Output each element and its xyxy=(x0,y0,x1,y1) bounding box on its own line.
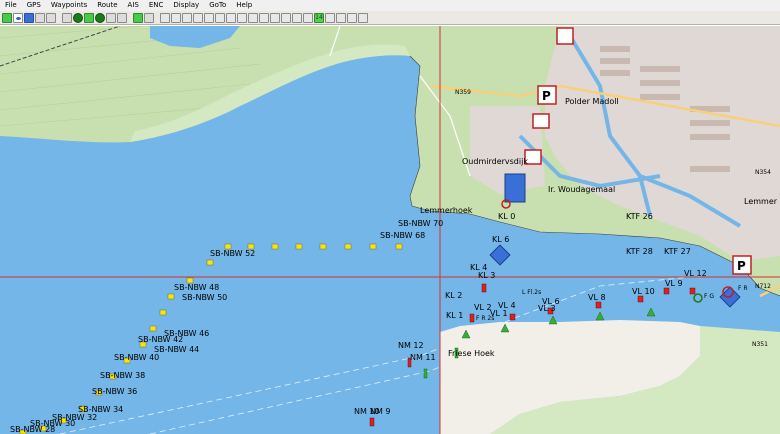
chart-svg[interactable]: P P Polder Madoll Oudmirdervsdijk Ir. Wo… xyxy=(0,26,780,434)
menu-route[interactable]: Route xyxy=(92,0,122,11)
zoom-level-button[interactable] xyxy=(303,12,313,23)
place-oudmirdum: Oudmirdervsdijk xyxy=(462,157,528,166)
buoy-label: SB-NBW 40 xyxy=(114,353,159,362)
buoy-label: SB-NBW 68 xyxy=(380,231,425,240)
zoom-level-button[interactable] xyxy=(248,12,258,23)
road-n354: N354 xyxy=(755,169,771,176)
menu-bar: File GPS Waypoints Route AIS ENC Display GoTo He… xyxy=(0,0,780,11)
buoy-label: VL 10 xyxy=(632,287,655,296)
buoy-label: SB-NBW 42 xyxy=(138,335,183,344)
zoom-level-button[interactable] xyxy=(160,12,170,23)
menu-help[interactable]: Help xyxy=(231,0,257,11)
zoom-level-button[interactable] xyxy=(281,12,291,23)
menu-enc[interactable]: ENC xyxy=(144,0,169,11)
buoy-label: L Fl.2s xyxy=(522,289,541,296)
place-friese-hoek: Friese Hoek xyxy=(448,349,495,358)
zoom-level-button[interactable] xyxy=(204,12,214,23)
buoy-label: SB-NBW 38 xyxy=(100,371,145,380)
buoy-label: VL 8 xyxy=(588,293,606,302)
zoom-level-button[interactable] xyxy=(193,12,203,23)
zoom-level-button[interactable] xyxy=(182,12,192,23)
zoom-level-button[interactable] xyxy=(270,12,280,23)
menu-waypoints[interactable]: Waypoints xyxy=(46,0,92,11)
svg-text:P: P xyxy=(737,259,746,273)
zoom-level-button[interactable] xyxy=(259,12,269,23)
menu-gps[interactable]: GPS xyxy=(22,0,46,11)
buoy-label: Lemmerhoek xyxy=(420,206,473,215)
zoom-level-button[interactable] xyxy=(292,12,302,23)
zoom-level-button[interactable] xyxy=(171,12,181,23)
display-icon[interactable] xyxy=(133,12,143,23)
ais-icon[interactable] xyxy=(73,12,83,23)
chart-icon[interactable] xyxy=(62,12,72,23)
separator xyxy=(128,13,132,23)
place-lemmer: Lemmer xyxy=(744,197,778,206)
buoy-label: KL 2 xyxy=(445,291,462,300)
buoy-label: KL 3 xyxy=(478,271,495,280)
buoy-label: KL 1 xyxy=(446,311,463,320)
buoy-label: VL 9 xyxy=(665,279,683,288)
buoy-label: NM 9 xyxy=(370,407,391,416)
buoy-label: SB-NBW 48 xyxy=(174,283,219,292)
buoy-label: SB-NBW 36 xyxy=(92,387,137,396)
place-polder: Polder Madoll xyxy=(565,97,619,106)
enc-icon[interactable] xyxy=(106,12,116,23)
buoy-label: F G xyxy=(704,293,714,300)
buoy-label: KL 0 xyxy=(498,212,515,221)
separator xyxy=(155,13,159,23)
buoy-label: VL 4 xyxy=(498,301,516,310)
zoom-level-button[interactable] xyxy=(215,12,225,23)
zoom-level-button[interactable] xyxy=(237,12,247,23)
buoy-label: KTF 28 xyxy=(626,247,653,256)
menu-goto[interactable]: GoTo xyxy=(204,0,231,11)
buoy-label: VL 12 xyxy=(684,269,707,278)
menu-file[interactable]: File xyxy=(0,0,22,11)
route-icon[interactable] xyxy=(24,12,34,23)
buoy-label: NM 11 xyxy=(410,353,436,362)
buoy-label: SB-NBW 44 xyxy=(154,345,199,354)
zoom-level-button[interactable] xyxy=(347,12,357,23)
toolbar: 14 xyxy=(0,11,780,25)
road-n351: N351 xyxy=(752,341,768,348)
pan-icon[interactable] xyxy=(35,12,45,23)
buoy-label: F R 2s xyxy=(476,315,494,322)
svg-text:P: P xyxy=(542,89,551,103)
gps-icon[interactable] xyxy=(84,12,94,23)
menu-display[interactable]: Display xyxy=(168,0,204,11)
buoy-label: F R xyxy=(738,285,748,292)
buoy-label: KL 6 xyxy=(492,235,509,244)
zoom-in-icon[interactable] xyxy=(117,12,127,23)
separator xyxy=(57,13,61,23)
road-n359: N359 xyxy=(455,89,471,96)
buoy-label: NM 12 xyxy=(398,341,424,350)
buoy-label: KTF 27 xyxy=(664,247,691,256)
buoy-label: SB-NBW 28 xyxy=(10,425,55,434)
buoy-label: SB-NBW 50 xyxy=(182,293,227,302)
buoy-label: VL 6 xyxy=(542,297,560,306)
buoy-label: KTF 26 xyxy=(626,212,653,221)
menu-ais[interactable]: AIS xyxy=(123,0,144,11)
place-woudagemaal: Ir. Woudagemaal xyxy=(548,185,615,194)
road-n712: N712 xyxy=(755,283,771,290)
chart-canvas[interactable]: P P Polder Madoll Oudmirdervsdijk Ir. Wo… xyxy=(0,26,780,434)
select-icon[interactable] xyxy=(2,12,12,23)
zoom-level-button[interactable] xyxy=(325,12,335,23)
track-icon[interactable] xyxy=(95,12,105,23)
view-icon[interactable] xyxy=(13,12,23,23)
zoom-level-button[interactable] xyxy=(226,12,236,23)
buoy-label: SB-NBW 70 xyxy=(398,219,443,228)
zoom-level-button[interactable]: 14 xyxy=(314,12,324,23)
zoom-level-button[interactable] xyxy=(336,12,346,23)
buoy-label: VL 2 xyxy=(474,303,492,312)
zoom-level-button[interactable] xyxy=(358,12,368,23)
waypoint-icon[interactable] xyxy=(46,12,56,23)
layers-icon[interactable] xyxy=(144,12,154,23)
buoy-label: SB-NBW 52 xyxy=(210,249,255,258)
